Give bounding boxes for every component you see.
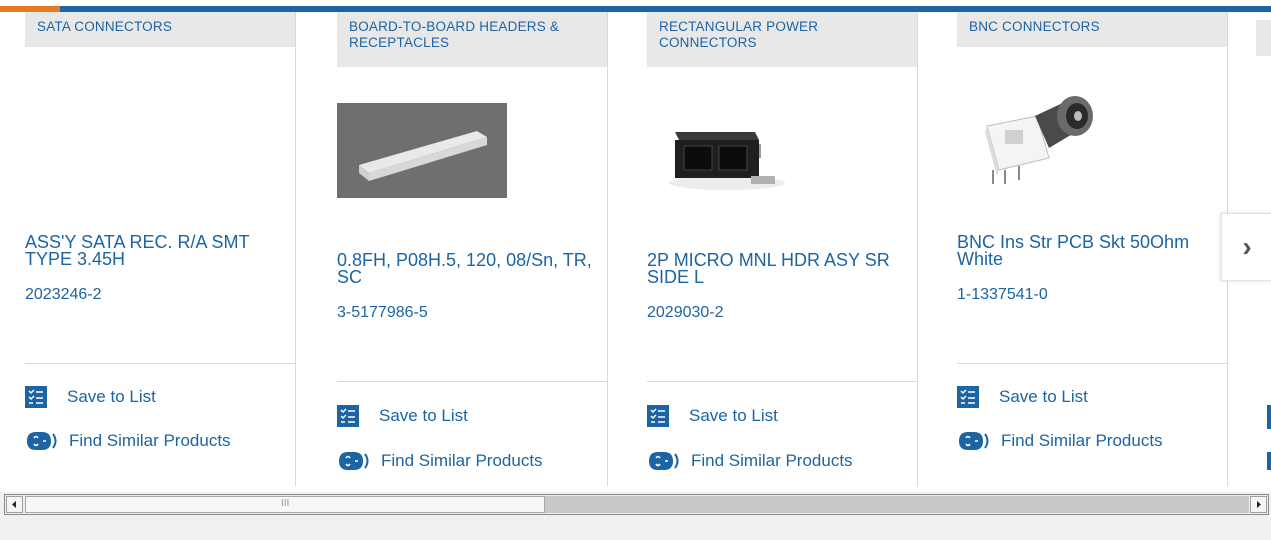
product-carousel: SATA CONNECTORS ASS'Y SATA REC. R/A SMT … — [0, 0, 1271, 492]
checklist-icon — [25, 386, 47, 408]
checklist-icon — [957, 386, 979, 408]
product-category: SATA CONNECTORS — [25, 12, 295, 47]
find-similar-icon — [27, 432, 57, 450]
product-card: RECTANGULAR POWER CONNECTORS 2P MICRO MN… — [647, 12, 918, 486]
find-similar-button[interactable]: Find Similar Products — [647, 449, 853, 473]
save-to-list-button[interactable]: Save to List — [25, 386, 156, 408]
find-similar-button[interactable]: Find Similar Products — [25, 429, 231, 453]
product-image — [669, 132, 785, 190]
find-similar-label: Find Similar Products — [381, 451, 543, 470]
part-number-link[interactable]: 1-1337541-0 — [957, 286, 1048, 304]
card-separator — [337, 381, 607, 382]
triangle-left-icon — [12, 501, 16, 508]
find-similar-label: Find Similar Products — [1001, 431, 1163, 450]
scrollbar-track[interactable] — [545, 496, 1249, 513]
checklist-icon — [337, 405, 359, 427]
save-to-list-label: Save to List — [67, 387, 156, 406]
card-separator — [957, 363, 1227, 364]
product-image[interactable] — [647, 88, 917, 198]
card-separator — [647, 381, 917, 382]
find-similar-label: Find Similar Products — [69, 431, 231, 450]
save-to-list-button[interactable]: Save to List — [647, 405, 778, 427]
horizontal-scrollbar[interactable]: III — [4, 494, 1269, 515]
save-to-list-label: Save to List — [689, 406, 778, 425]
product-category: RECTANGULAR POWER CONNECTORS — [647, 12, 917, 67]
save-to-list-button[interactable]: Save to List — [337, 405, 468, 427]
scroll-right-button[interactable] — [1250, 496, 1267, 513]
card-separator — [25, 363, 295, 364]
product-title-link[interactable]: ASS'Y SATA REC. R/A SMT TYPE 3.45H — [25, 233, 295, 268]
product-image — [985, 96, 1093, 184]
carousel-next-button[interactable]: › — [1221, 213, 1271, 281]
part-number-link[interactable]: 3-5177986-5 — [337, 304, 428, 322]
checklist-icon — [647, 405, 669, 427]
product-category — [1256, 20, 1271, 56]
product-card: SATA CONNECTORS ASS'Y SATA REC. R/A SMT … — [25, 12, 296, 486]
find-similar-label: Find Similar Products — [691, 451, 853, 470]
chevron-right-icon: › — [1242, 231, 1252, 262]
product-category: BNC CONNECTORS — [957, 12, 1227, 47]
product-title-link[interactable]: BNC Ins Str PCB Skt 50Ohm White — [957, 233, 1227, 268]
product-category: BOARD-TO-BOARD HEADERS & RECEPTACLES — [337, 12, 607, 67]
product-image[interactable] — [957, 86, 1227, 196]
product-card: BOARD-TO-BOARD HEADERS & RECEPTACLES 0.8… — [337, 12, 608, 486]
product-title-link[interactable]: 2P MICRO MNL HDR ASY SR SIDE L — [647, 251, 917, 286]
part-number-link[interactable]: 2023246-2 — [25, 286, 102, 304]
product-image — [337, 103, 507, 198]
find-similar-button[interactable]: Find Similar Products — [337, 449, 543, 473]
scroll-left-button[interactable] — [6, 496, 23, 513]
save-to-list-label: Save to List — [379, 406, 468, 425]
scrollbar-thumb[interactable]: III — [25, 496, 545, 513]
product-title-link[interactable]: 0.8FH, P08H.5, 120, 08/Sn, TR, SC — [337, 251, 607, 286]
product-card: BNC CONNECTORS BNC Ins Str PCB Skt 50Ohm… — [957, 12, 1228, 486]
triangle-right-icon — [1257, 501, 1261, 508]
product-image[interactable] — [337, 103, 607, 213]
save-to-list-button[interactable]: Save to List — [957, 386, 1088, 408]
save-to-list-label: Save to List — [999, 387, 1088, 406]
find-similar-icon — [339, 452, 369, 470]
find-similar-icon — [1267, 452, 1271, 470]
checklist-icon — [1267, 405, 1271, 429]
find-similar-icon — [649, 452, 679, 470]
find-similar-icon — [959, 432, 989, 450]
find-similar-button[interactable]: Find Similar Products — [957, 429, 1163, 453]
part-number-link[interactable]: 2029030-2 — [647, 304, 724, 322]
scrollbar-grip: III — [281, 498, 290, 509]
